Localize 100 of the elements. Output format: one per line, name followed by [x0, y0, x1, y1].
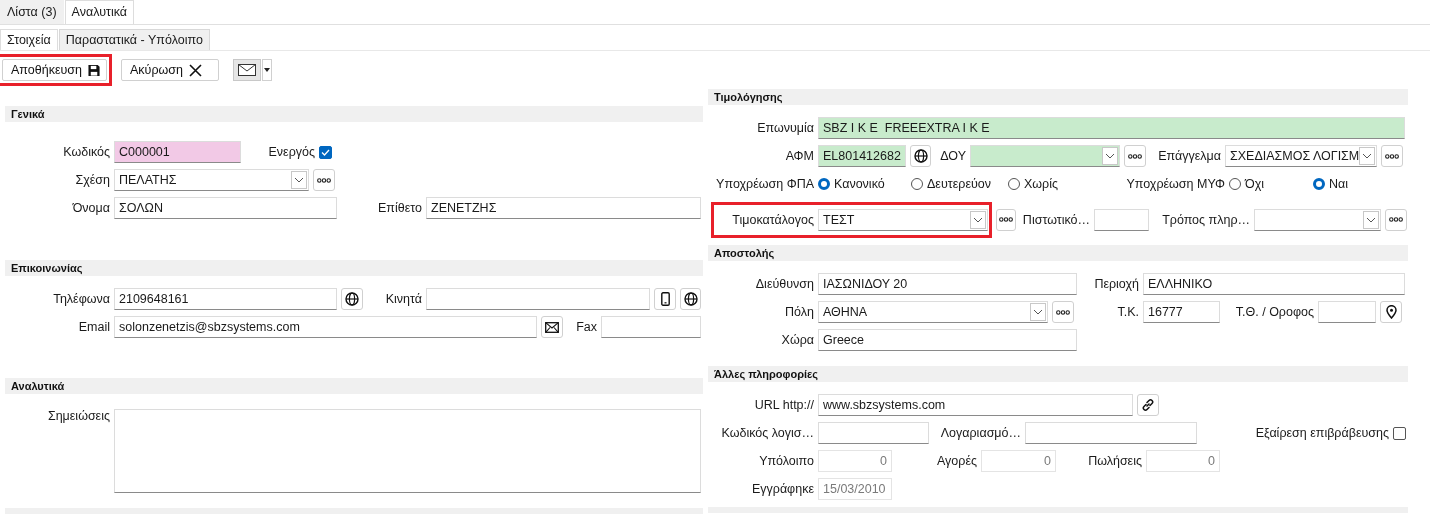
- chevron-icon: [1033, 309, 1043, 315]
- field-label: Λογαριασμό…: [940, 426, 1021, 440]
- field-label: Τιμοκατάλογος: [732, 212, 814, 227]
- radio-option[interactable]: Κανονικό: [818, 177, 907, 191]
- more-icon: [1389, 217, 1403, 222]
- more-button[interactable]: [1385, 208, 1407, 231]
- tab[interactable]: Λίστα (3): [0, 0, 64, 24]
- text-field[interactable]: [818, 422, 929, 444]
- text-field[interactable]: 2109648161: [114, 288, 337, 310]
- field-label: Υποχρέωση ΜΥΦ: [1126, 177, 1225, 191]
- phone-icon: [660, 292, 670, 306]
- location-pin-icon: [1385, 305, 1397, 319]
- text-field[interactable]: www.sbzsystems.com: [818, 394, 1133, 416]
- section-header: Τιμολόγησης: [708, 89, 1408, 105]
- field-label: Εξαίρεση επιβράβευσης: [1255, 426, 1389, 440]
- text-field[interactable]: 16777: [1143, 301, 1220, 323]
- text-field[interactable]: ΣΟΛΩΝ: [114, 197, 337, 219]
- close-icon: [188, 63, 202, 77]
- text-field[interactable]: C000001: [114, 141, 241, 163]
- field-label: Επίθετο: [378, 201, 422, 215]
- more-button[interactable]: [313, 169, 335, 191]
- text-field[interactable]: [426, 288, 650, 310]
- checkbox[interactable]: [319, 145, 332, 159]
- text-field[interactable]: ΖΕΝΕΤΖΗΣ: [426, 197, 701, 219]
- radio-option[interactable]: Όχι: [1229, 177, 1309, 191]
- section-header: Άλλες πληροφορίες: [708, 366, 1408, 382]
- chevron-icon: [1366, 216, 1376, 223]
- field-label: Τρόπος πληρ…: [1162, 212, 1250, 227]
- field-label: Υπόλοιπο: [759, 454, 814, 468]
- link-icon: [1141, 398, 1155, 412]
- text-field[interactable]: [1094, 208, 1149, 231]
- text-field[interactable]: ΕΛΛΗΝΙΚΟ: [1143, 273, 1405, 295]
- section-header: Γενικά: [5, 106, 703, 122]
- text-field[interactable]: [1318, 301, 1376, 323]
- dropdown[interactable]: ΠΕΛΑΤΗΣ: [114, 169, 309, 191]
- globe-button[interactable]: [910, 145, 931, 167]
- field-label: Πόλη: [785, 305, 814, 319]
- globe-icon: [683, 292, 698, 306]
- tab[interactable]: Στοιχεία: [0, 29, 58, 50]
- dropdown[interactable]: ΣΧΕΔΙΑΣΜΟΣ ΛΟΓΙΣΜ: [1225, 145, 1377, 167]
- radio-option[interactable]: Χωρίς: [1008, 177, 1090, 191]
- chevron-icon: [294, 177, 304, 183]
- field-label: Όνομα: [72, 201, 110, 215]
- link-button[interactable]: [1137, 394, 1159, 416]
- more-button[interactable]: [1124, 145, 1146, 167]
- save-icon: [87, 63, 100, 77]
- dropdown[interactable]: ΑΘΗΝΑ: [818, 301, 1048, 323]
- dropdown-arrow-button[interactable]: [262, 59, 272, 81]
- chevron-icon: [1105, 153, 1115, 159]
- field-label: Πιστωτικό…: [1022, 212, 1090, 227]
- cancel-button[interactable]: Ακύρωση: [121, 59, 219, 81]
- text-field[interactable]: solonzenetzis@sbzsystems.com: [114, 316, 537, 338]
- text-field[interactable]: ΙΑΣΩΝΙΔΟΥ 20: [818, 273, 1077, 295]
- section-header: Αναλυτικά: [5, 378, 703, 394]
- chevron-icon: [1362, 153, 1373, 159]
- text-field[interactable]: [1025, 422, 1197, 444]
- globe-icon: [913, 149, 928, 163]
- globe-icon: [345, 292, 359, 306]
- field-label: Επάγγελμα: [1158, 149, 1221, 163]
- save-button[interactable]: Αποθήκευση: [2, 59, 107, 81]
- section-header: Επικοινωνίας: [5, 260, 703, 276]
- more-icon: [999, 217, 1013, 222]
- radio-option[interactable]: Δευτερεύον: [911, 177, 1004, 191]
- section-header: Αποστολής: [708, 245, 1408, 261]
- envelope-icon: [238, 64, 256, 76]
- envelope-icon: [545, 321, 559, 333]
- field-label: Email: [78, 320, 110, 334]
- more-icon: [317, 177, 331, 183]
- text-field[interactable]: SBZ I K E FREEEXTRA I K E: [818, 117, 1405, 139]
- field-label: Σημειώσεις: [47, 409, 110, 423]
- dropdown[interactable]: ΤΕΣΤ: [818, 208, 988, 231]
- field-label: Fax: [576, 320, 597, 334]
- tab[interactable]: Αναλυτικά: [64, 0, 134, 24]
- mail-button[interactable]: [541, 316, 563, 338]
- text-field[interactable]: EL801412682: [818, 145, 906, 167]
- globe-button[interactable]: [341, 288, 363, 310]
- notes-field[interactable]: [114, 409, 701, 493]
- more-button[interactable]: [996, 208, 1016, 231]
- more-button[interactable]: [1381, 145, 1403, 167]
- tab[interactable]: Παραστατικά - Υπόλοιπο: [58, 29, 210, 50]
- field-label: Αγορές: [936, 454, 977, 468]
- more-button[interactable]: [1052, 301, 1074, 323]
- field-label: Κωδικός: [63, 145, 110, 159]
- more-icon: [1056, 309, 1070, 315]
- phone-button[interactable]: [654, 288, 676, 310]
- globe-button[interactable]: [680, 288, 701, 310]
- chevron-icon: [973, 216, 983, 223]
- field-label: URL http://: [754, 398, 814, 412]
- more-icon: [1385, 153, 1399, 159]
- text-field[interactable]: Greece: [818, 329, 1077, 351]
- text-field[interactable]: [601, 316, 701, 338]
- email-button[interactable]: [233, 59, 261, 81]
- pin-button[interactable]: [1380, 301, 1402, 323]
- field-label: Επωνυμία: [757, 121, 814, 135]
- radio-option[interactable]: Ναι: [1313, 177, 1363, 191]
- checkbox[interactable]: [1393, 426, 1406, 440]
- field-label: Περιοχή: [1094, 277, 1139, 291]
- field-label: Διεύθυνση: [755, 277, 814, 291]
- field-label: Εγγράφηκε: [751, 482, 814, 496]
- field-label: Ενεργός: [268, 145, 315, 159]
